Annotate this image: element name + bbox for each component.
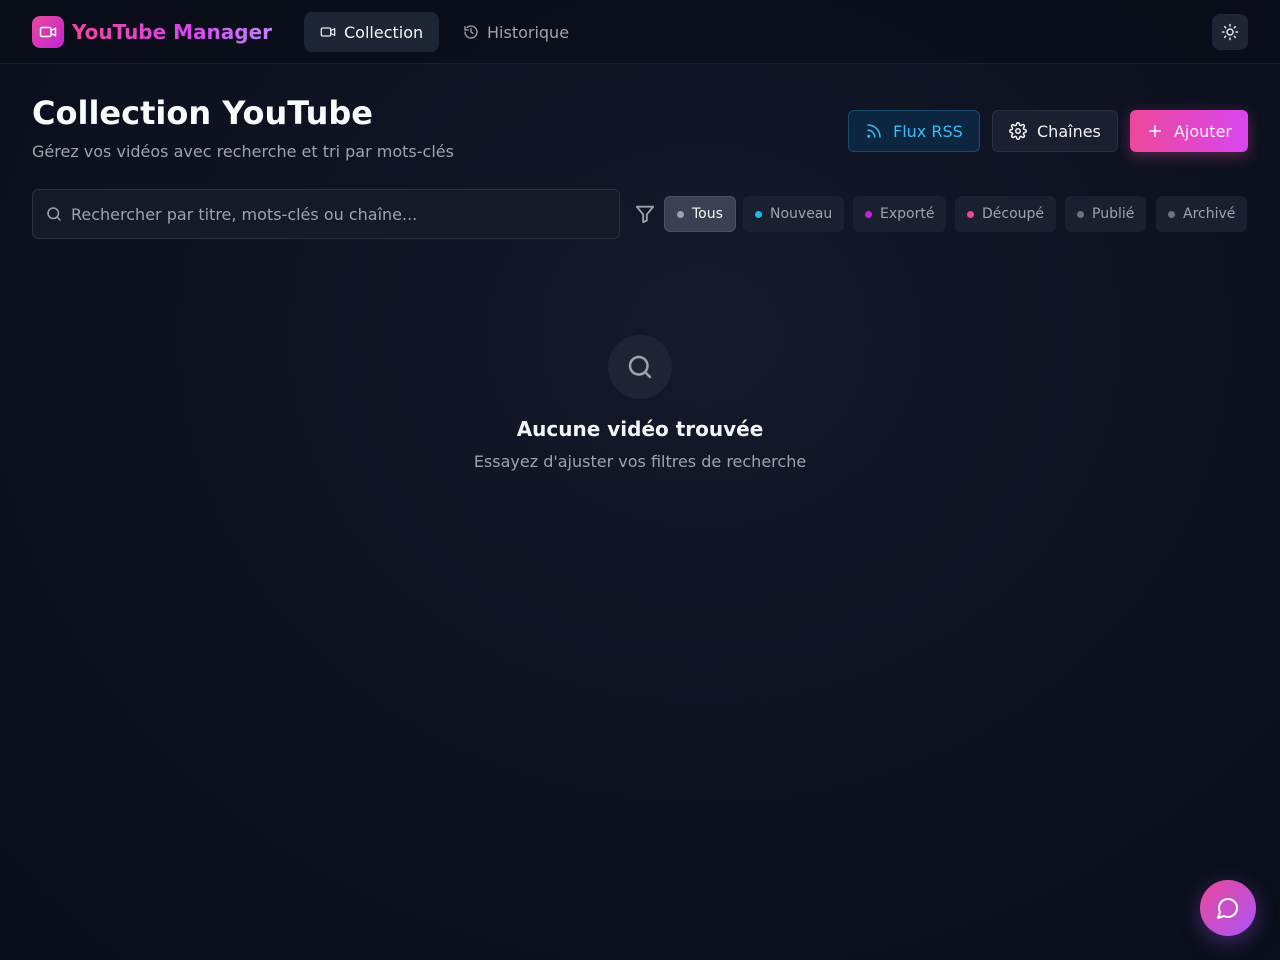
page-title: Collection YouTube xyxy=(32,94,373,132)
tab-historique[interactable]: Historique xyxy=(447,12,585,52)
chat-bubble-icon xyxy=(1217,898,1238,919)
tab-historique-label: Historique xyxy=(487,22,570,42)
search-box xyxy=(32,189,620,239)
sun-icon xyxy=(1221,23,1239,41)
status-dot xyxy=(865,210,872,218)
filter-icon[interactable] xyxy=(634,203,656,225)
filter-chip-exporte[interactable]: Exporté xyxy=(853,196,947,232)
video-camera-icon xyxy=(320,27,336,37)
search-input[interactable] xyxy=(71,204,619,224)
filter-chip-publie[interactable]: Publié xyxy=(1065,196,1147,232)
search-icon xyxy=(47,207,61,221)
filter-chip-archive[interactable]: Archivé xyxy=(1156,196,1248,232)
add-video-button[interactable]: Ajouter xyxy=(1130,110,1248,152)
plus-icon xyxy=(1148,125,1161,137)
tab-collection-label: Collection xyxy=(344,22,424,42)
rss-icon xyxy=(867,124,881,138)
status-dot xyxy=(1077,210,1084,218)
filter-chip-label: Publié xyxy=(1092,206,1135,222)
filter-chip-label: Exporté xyxy=(880,206,935,222)
theme-toggle-button[interactable] xyxy=(1212,14,1248,50)
filter-chip-label: Archivé xyxy=(1183,206,1236,222)
gear-icon xyxy=(1009,122,1027,140)
rss-feed-button[interactable]: Flux RSS xyxy=(848,110,980,152)
search-icon xyxy=(628,355,652,379)
filter-chip-decoupe[interactable]: Découpé xyxy=(955,196,1057,232)
empty-state-message: Essayez d'ajuster vos filtres de recherc… xyxy=(473,452,807,471)
page-subtitle: Gérez vos vidéos avec recherche et tri p… xyxy=(32,142,454,161)
brand[interactable]: YouTube Manager xyxy=(32,16,272,48)
top-navigation-bar: YouTube Manager Collection Historique xyxy=(0,0,1280,64)
video-camera-icon xyxy=(32,16,64,48)
rss-feed-label: Flux RSS xyxy=(893,121,963,141)
history-icon xyxy=(464,25,478,39)
filter-chip-tous[interactable]: Tous xyxy=(664,196,736,232)
channels-label: Chaînes xyxy=(1037,121,1101,141)
filter-chip-nouveau[interactable]: Nouveau xyxy=(743,196,845,232)
status-dot xyxy=(1168,210,1175,218)
app-name: YouTube Manager xyxy=(72,20,273,44)
empty-state-title: Aucune vidéo trouvée xyxy=(516,417,764,441)
tab-collection[interactable]: Collection xyxy=(304,12,440,52)
status-dot xyxy=(677,210,684,218)
empty-state-icon-circle xyxy=(608,335,672,399)
channels-button[interactable]: Chaînes xyxy=(992,110,1118,152)
add-video-label: Ajouter xyxy=(1173,121,1232,141)
chat-button[interactable] xyxy=(1200,880,1256,936)
filter-chip-label: Tous xyxy=(692,206,723,222)
status-dot xyxy=(755,210,762,218)
filter-chip-label: Découpé xyxy=(982,206,1045,222)
status-dot xyxy=(967,210,974,218)
filter-chip-label: Nouveau xyxy=(770,206,833,222)
